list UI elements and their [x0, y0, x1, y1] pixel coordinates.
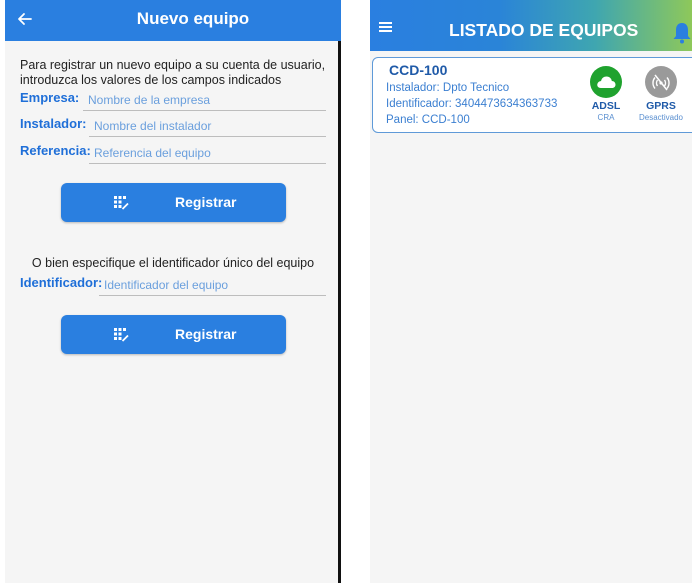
app-bar: LISTADO DE EQUIPOS — [370, 0, 692, 51]
adsl-status-sub: CRA — [597, 113, 615, 122]
device-name: CCD-100 — [389, 62, 448, 78]
installer-label: Instalador: — [20, 116, 87, 131]
alternative-text: O bien especifique el identificador únic… — [31, 256, 315, 270]
installer-input[interactable] — [89, 115, 326, 137]
identifier-input[interactable] — [99, 274, 326, 296]
gprs-status-sub: Desactivado — [638, 113, 684, 122]
hamburger-menu-icon[interactable] — [378, 20, 396, 36]
register-button-label: Registrar — [175, 326, 237, 342]
adsl-status-label: ADSL — [591, 100, 621, 112]
device-installer: Instalador: Dpto Tecnico — [386, 82, 510, 94]
reference-input[interactable] — [89, 142, 326, 164]
installer-field: Instalador: — [20, 115, 326, 139]
device-identifier: Identificador: 3404473634363733 — [386, 98, 558, 110]
device-list-screen: LISTADO DE EQUIPOS CCD-100 Instalador: D… — [370, 0, 692, 583]
identifier-label: Identificador: — [20, 275, 103, 290]
app-bar: Nuevo equipo — [5, 0, 341, 41]
keypad-icon — [113, 327, 129, 343]
signal-off-icon — [645, 66, 677, 98]
keypad-icon — [113, 195, 129, 211]
identifier-field: Identificador: — [20, 274, 326, 298]
register-button[interactable]: Registrar — [61, 183, 286, 222]
register-button-label: Registrar — [175, 194, 237, 210]
bell-icon[interactable] — [672, 21, 692, 45]
page-title: Nuevo equipo — [136, 9, 250, 28]
new-device-screen: Nuevo equipo Para registrar un nuevo equ… — [5, 0, 341, 583]
device-card[interactable]: CCD-100 Instalador: Dpto Tecnico Identif… — [372, 57, 692, 133]
intro-text: Para registrar un nuevo equipo a su cuen… — [20, 58, 326, 87]
cloud-icon — [590, 66, 622, 98]
reference-label: Referencia: — [20, 143, 91, 158]
company-field: Empresa: — [20, 89, 326, 113]
device-panel: Panel: CCD-100 — [386, 114, 470, 126]
gprs-status-label: GPRS — [646, 100, 676, 112]
company-label: Empresa: — [20, 90, 80, 105]
reference-field: Referencia: — [20, 142, 326, 166]
register-identifier-button[interactable]: Registrar — [61, 315, 286, 354]
page-title: LISTADO DE EQUIPOS — [449, 20, 639, 40]
company-input[interactable] — [83, 89, 326, 111]
